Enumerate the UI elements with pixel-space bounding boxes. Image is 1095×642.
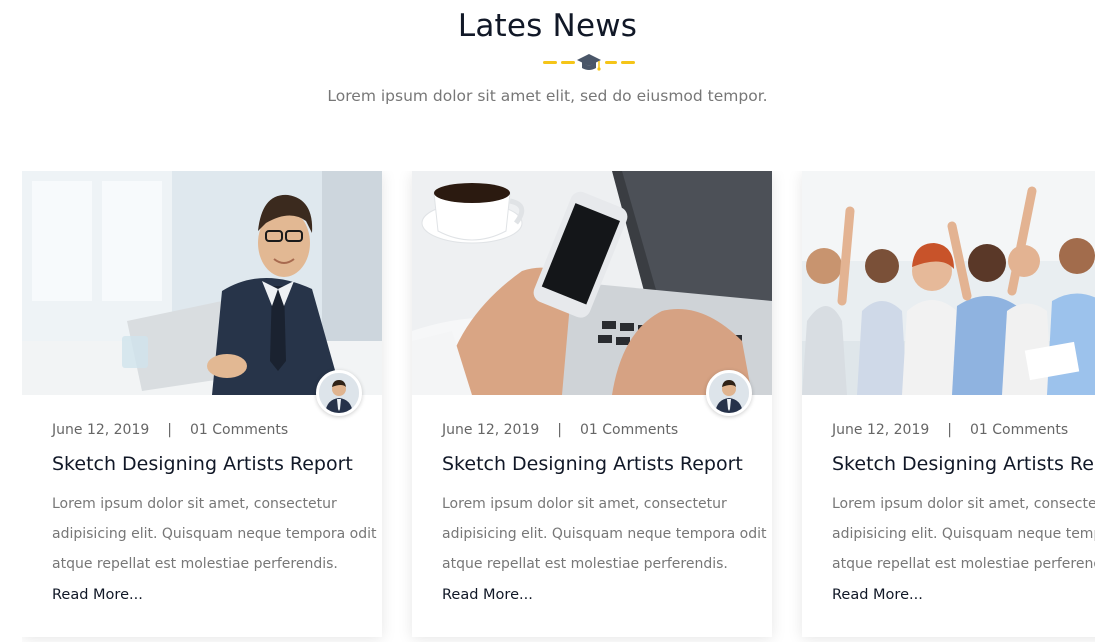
read-more-link[interactable]: Read More... (442, 587, 533, 603)
post-excerpt: Lorem ipsum dolor sit amet, consectetur … (832, 489, 1095, 579)
post-date: June 12, 2019 (52, 422, 150, 438)
meta-separator: | (947, 422, 953, 438)
graduation-cap-icon (576, 50, 602, 74)
excerpt-line: atque repellat est molestiae perferendis… (442, 556, 728, 572)
excerpt-line: Lorem ipsum dolor sit amet, consectetur (832, 496, 1095, 512)
post-date: June 12, 2019 (442, 422, 540, 438)
author-avatar[interactable] (316, 370, 362, 416)
news-card-list: June 12, 2019 | 01 Comments Sketch Designi… (22, 171, 1095, 642)
man-at-laptop-photo[interactable] (22, 171, 382, 395)
excerpt-line: Lorem ipsum dolor sit amet, consectetur (442, 496, 727, 512)
post-comments[interactable]: 01 Comments (190, 422, 288, 438)
post-excerpt: Lorem ipsum dolor sit amet, consectetur … (52, 489, 377, 579)
excerpt-line: adipisicing elit. Quisquam neque tempora… (52, 526, 377, 542)
section-subtitle: Lorem ipsum dolor sit amet elit, sed do … (327, 87, 768, 105)
team-celebrating-photo[interactable] (802, 171, 1095, 395)
excerpt-line: atque repellat est molestiae perferendis… (832, 556, 1095, 572)
post-comments[interactable]: 01 Comments (580, 422, 678, 438)
author-avatar[interactable] (706, 370, 752, 416)
post-excerpt: Lorem ipsum dolor sit amet, consectetur … (442, 489, 767, 579)
excerpt-line: Lorem ipsum dolor sit amet, consectetur (52, 496, 337, 512)
meta-separator: | (557, 422, 563, 438)
title-divider (543, 50, 635, 74)
excerpt-line: adipisicing elit. Quisquam neque tempora… (832, 526, 1095, 542)
post-meta: June 12, 2019 | 01 Comments (52, 422, 288, 438)
post-date: June 12, 2019 (832, 422, 930, 438)
phone-and-laptop-photo[interactable] (412, 171, 772, 395)
read-more-link[interactable]: Read More... (52, 587, 143, 603)
news-card: June 12, 2019 | 01 Comments Sketch Designi… (802, 171, 1095, 637)
news-card: June 12, 2019 | 01 Comments Sketch Designi… (412, 171, 772, 637)
post-title[interactable]: Sketch Designing Artists Report (442, 453, 743, 475)
post-title[interactable]: Sketch Designing Artists Report (52, 453, 353, 475)
excerpt-line: atque repellat est molestiae perferendis… (52, 556, 338, 572)
read-more-link[interactable]: Read More... (832, 587, 923, 603)
post-meta: June 12, 2019 | 01 Comments (832, 422, 1068, 438)
meta-separator: | (167, 422, 173, 438)
post-meta: June 12, 2019 | 01 Comments (442, 422, 678, 438)
section-title: Lates News (457, 8, 638, 44)
post-comments[interactable]: 01 Comments (970, 422, 1068, 438)
excerpt-line: adipisicing elit. Quisquam neque tempora… (442, 526, 767, 542)
news-card: June 12, 2019 | 01 Comments Sketch Designi… (22, 171, 382, 637)
post-title[interactable]: Sketch Designing Artists Report (832, 453, 1095, 475)
